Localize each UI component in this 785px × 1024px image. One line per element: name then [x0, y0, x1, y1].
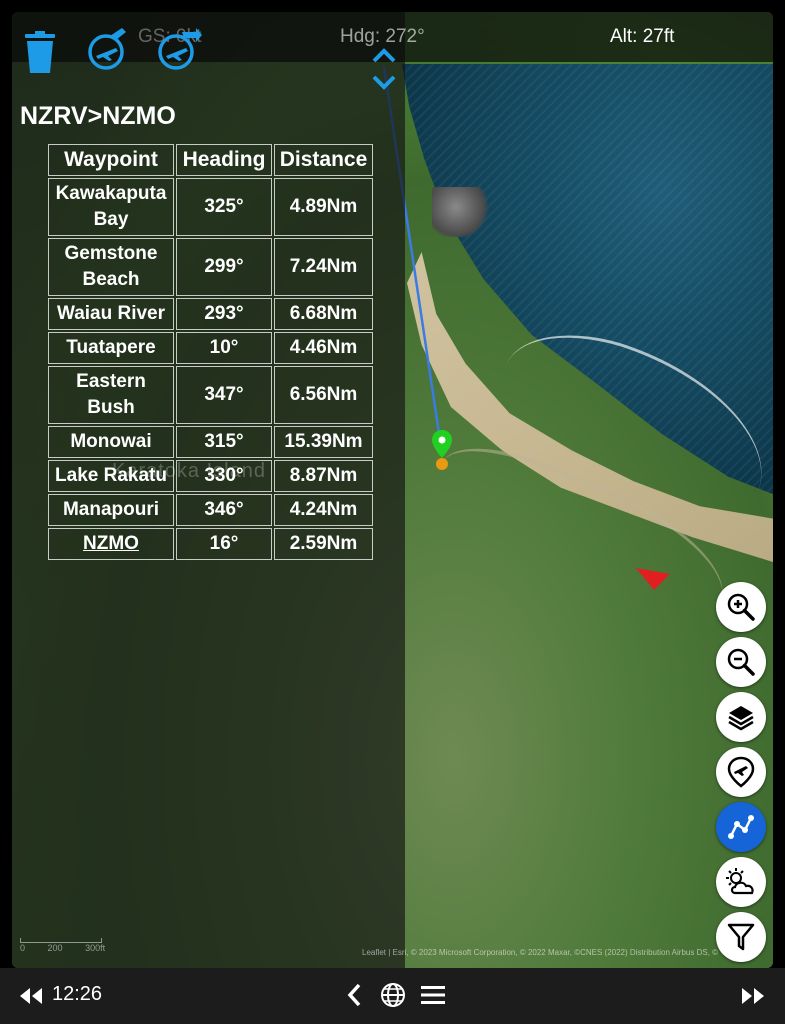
- clock-time: 12:26: [52, 983, 103, 1005]
- table-header-row: Waypoint Heading Distance: [48, 144, 373, 176]
- table-row[interactable]: Waiau River 293° 6.68Nm: [48, 298, 373, 330]
- route-title: NZRV>NZMO: [20, 102, 176, 130]
- bottom-bar: 12:26: [0, 968, 785, 1024]
- menu-icon[interactable]: [418, 980, 448, 1010]
- column-header-waypoint: Waypoint: [48, 144, 174, 176]
- location-pin-plane-icon: [727, 756, 755, 788]
- waypoint-name: Tuatapere: [48, 332, 174, 364]
- waypoint-heading: 330°: [176, 460, 272, 492]
- expand-collapse-icon[interactable]: [370, 46, 398, 92]
- waypoint-table: Waypoint Heading Distance Kawakaputa Bay…: [46, 142, 375, 562]
- waypoint-heading: 10°: [176, 332, 272, 364]
- waypoint-distance: 8.87Nm: [274, 460, 373, 492]
- layers-button[interactable]: [716, 692, 766, 742]
- table-row[interactable]: Eastern Bush 347° 6.56Nm: [48, 366, 373, 424]
- map-frame: Karatoka Island GS: 0kt Hdg: 272° Alt: 2…: [12, 12, 773, 968]
- table-row[interactable]: Kawakaputa Bay 325° 4.89Nm: [48, 178, 373, 236]
- scale-label: 0: [20, 943, 26, 953]
- weather-button[interactable]: [716, 857, 766, 907]
- fast-forward-icon[interactable]: [740, 984, 766, 1008]
- waypoint-name: Monowai: [48, 426, 174, 458]
- table-row[interactable]: Manapouri 346° 4.24Nm: [48, 494, 373, 526]
- position-dot: [436, 458, 448, 470]
- waypoint-name: Gemstone Beach: [48, 238, 174, 296]
- zoom-in-icon: [727, 593, 755, 621]
- filter-icon: [727, 923, 755, 951]
- route-button[interactable]: [716, 802, 766, 852]
- waypoint-distance: 6.56Nm: [274, 366, 373, 424]
- table-row[interactable]: Monowai 315° 15.39Nm: [48, 426, 373, 458]
- waypoint-distance: 7.24Nm: [274, 238, 373, 296]
- waypoint-distance: 4.46Nm: [274, 332, 373, 364]
- waypoint-heading: 325°: [176, 178, 272, 236]
- waypoint-marker-icon: [432, 430, 452, 458]
- arrival-icon[interactable]: [156, 26, 202, 70]
- table-row[interactable]: NZMO 16° 2.59Nm: [48, 528, 373, 560]
- waypoint-distance: 2.59Nm: [274, 528, 373, 560]
- waypoint-distance: 4.24Nm: [274, 494, 373, 526]
- departure-icon[interactable]: [86, 26, 130, 70]
- table-row[interactable]: Tuatapere 10° 4.46Nm: [48, 332, 373, 364]
- waypoint-distance: 15.39Nm: [274, 426, 373, 458]
- route-icon: [728, 815, 754, 839]
- map-attribution[interactable]: Leaflet | Esri, © 2023 Microsoft Corpora…: [362, 948, 718, 957]
- waypoint-heading: 16°: [176, 528, 272, 560]
- back-icon[interactable]: [344, 980, 364, 1010]
- waypoint-distance: 4.89Nm: [274, 178, 373, 236]
- waypoint-name: Kawakaputa Bay: [48, 178, 174, 236]
- waypoint-distance: 6.68Nm: [274, 298, 373, 330]
- table-row[interactable]: Gemstone Beach 299° 7.24Nm: [48, 238, 373, 296]
- column-header-heading: Heading: [176, 144, 272, 176]
- trash-icon[interactable]: [22, 30, 58, 74]
- column-header-distance: Distance: [274, 144, 373, 176]
- zoom-out-icon: [727, 648, 755, 676]
- globe-icon[interactable]: [378, 980, 408, 1010]
- destination-link[interactable]: NZMO: [48, 528, 174, 560]
- scale-label: 200: [47, 943, 63, 953]
- layers-icon: [728, 706, 754, 731]
- filter-button[interactable]: [716, 912, 766, 962]
- waypoint-name: Eastern Bush: [48, 366, 174, 424]
- waypoint-heading: 299°: [176, 238, 272, 296]
- weather-sun-cloud-icon: [726, 868, 754, 895]
- waypoint-heading: 315°: [176, 426, 272, 458]
- waypoint-heading: 293°: [176, 298, 272, 330]
- waypoint-heading: 346°: [176, 494, 272, 526]
- table-row[interactable]: Lake Rakatu 330° 8.87Nm: [48, 460, 373, 492]
- aircraft-icon: [636, 568, 670, 590]
- altitude-readout: Alt: 27ft: [610, 26, 675, 47]
- locate-aircraft-button[interactable]: [716, 747, 766, 797]
- rewind-icon[interactable]: [18, 984, 44, 1008]
- waypoint-name: Manapouri: [48, 494, 174, 526]
- waypoint-name: Lake Rakatu: [48, 460, 174, 492]
- scale-label: 300ft: [85, 943, 106, 953]
- waypoint-heading: 347°: [176, 366, 272, 424]
- heading-readout: Hdg: 272°: [340, 26, 425, 47]
- zoom-out-button[interactable]: [716, 637, 766, 687]
- waypoint-name: Waiau River: [48, 298, 174, 330]
- map-scale: 0 200 300ft: [20, 938, 105, 953]
- zoom-in-button[interactable]: [716, 582, 766, 632]
